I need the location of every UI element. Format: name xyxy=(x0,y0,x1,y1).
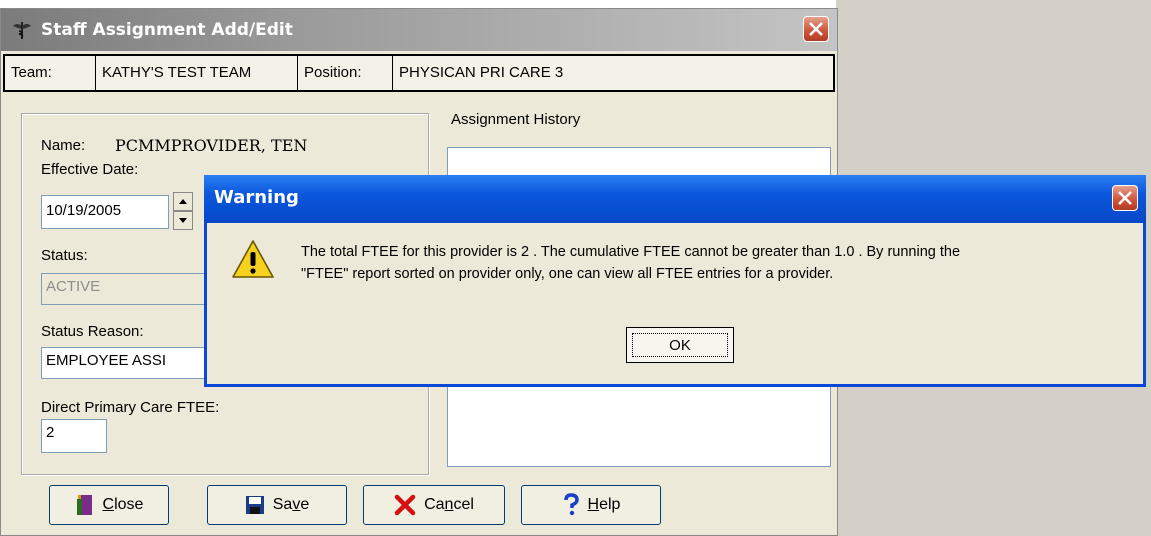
status-label: Status: xyxy=(41,247,88,264)
close-window-button[interactable] xyxy=(803,16,829,42)
floppy-disk-icon xyxy=(245,496,264,514)
ftee-label: Direct Primary Care FTEE: xyxy=(41,399,220,416)
team-value: KATHY'S TEST TEAM xyxy=(96,56,298,90)
status-reason-select[interactable]: EMPLOYEE ASSI xyxy=(41,347,211,379)
ftee-input[interactable]: 2 xyxy=(41,419,107,453)
warning-dialog: Warning The total FTEE for this provider… xyxy=(204,175,1146,387)
cancel-button-label-start: Ca xyxy=(424,496,445,513)
close-icon xyxy=(809,22,823,36)
close-button[interactable]: Close xyxy=(49,485,169,525)
save-button-label-start: Sa xyxy=(272,496,293,513)
close-button-mnemonic: C xyxy=(102,496,115,513)
position-label: Position: xyxy=(298,56,393,90)
save-button-label-end: e xyxy=(300,496,310,513)
window-titlebar[interactable]: Staff Assignment Add/Edit xyxy=(1,9,837,51)
cancel-button-label-end: cel xyxy=(453,496,474,513)
name-label: Name: xyxy=(41,137,86,154)
status-input: ACTIVE xyxy=(41,273,211,305)
arrow-down-icon xyxy=(179,218,187,223)
spin-up-button[interactable] xyxy=(173,192,193,211)
warning-titlebar[interactable]: Warning xyxy=(204,175,1146,223)
spin-down-button[interactable] xyxy=(173,211,193,230)
date-spinner[interactable] xyxy=(173,192,193,232)
close-button-label: lose xyxy=(114,496,144,513)
warning-message-line-2: "FTEE" report sorted on provider only, o… xyxy=(301,266,834,282)
save-button[interactable]: Save xyxy=(207,485,347,525)
effective-date-input[interactable]: 10/19/2005 xyxy=(41,195,169,229)
close-icon xyxy=(1118,191,1132,205)
window-title: Staff Assignment Add/Edit xyxy=(41,20,293,40)
warning-message: The total FTEE for this provider is 2 . … xyxy=(301,241,1137,285)
status-reason-label: Status Reason: xyxy=(41,323,144,340)
help-button-mnemonic: H xyxy=(587,496,600,513)
warning-message-line-1: The total FTEE for this provider is 2 . … xyxy=(301,244,961,260)
help-button[interactable]: Help xyxy=(521,485,661,525)
warning-triangle-icon xyxy=(232,240,274,278)
cancel-button[interactable]: Cancel xyxy=(363,485,505,525)
red-x-icon xyxy=(394,494,416,516)
ok-button-label: OK xyxy=(632,333,728,357)
team-label: Team: xyxy=(5,56,96,90)
position-value: PHYSICAN PRI CARE 3 xyxy=(399,64,564,81)
ok-button[interactable]: OK xyxy=(626,327,734,363)
warning-close-button[interactable] xyxy=(1112,185,1138,211)
team-position-bar: Team: KATHY'S TEST TEAM Position: PHYSIC… xyxy=(3,54,835,92)
help-button-label: elp xyxy=(599,496,621,513)
door-exit-icon xyxy=(76,495,92,515)
effective-date-label: Effective Date: xyxy=(41,161,139,178)
arrow-up-icon xyxy=(179,199,187,204)
warning-title: Warning xyxy=(214,187,299,208)
caduceus-icon xyxy=(13,22,31,39)
question-mark-icon xyxy=(563,493,579,516)
name-value: PCMMPROVIDER, TEN xyxy=(115,136,308,155)
assignment-history-label: Assignment History xyxy=(451,111,581,128)
